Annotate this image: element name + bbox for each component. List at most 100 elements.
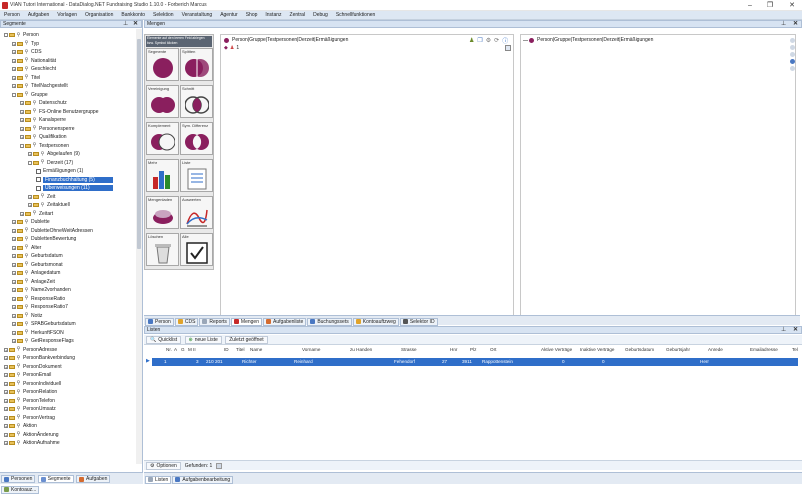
side-button-5[interactable] [790,66,795,71]
column-header[interactable]: zu Handen [350,346,372,354]
tab-mengen[interactable]: Mengen [230,317,262,326]
expand-icon[interactable]: + [12,84,16,89]
tab-listen[interactable]: Listen [145,475,172,484]
tree-node[interactable]: + ⚲ Anlagedatum [12,269,60,277]
expand-icon[interactable]: + [12,254,16,259]
column-header[interactable]: Anrede [708,346,723,354]
close-icon[interactable]: ✕ [133,21,138,28]
tree-node[interactable]: + ⚲ Personensperre [20,125,75,133]
tree-node[interactable]: + ⚲ GetResponseFlags [12,337,74,345]
tree-node[interactable]: + ⚲ PersonVertrag [4,414,55,422]
expand-icon[interactable]: + [12,50,16,55]
expand-icon[interactable]: + [12,237,16,242]
tree-node[interactable]: + ⚲ PersonDokument [4,363,62,371]
save-icon[interactable] [505,45,511,51]
expand-icon[interactable]: + [12,330,16,335]
tree-scrollbar[interactable] [136,29,142,464]
expand-icon[interactable]: + [12,313,16,318]
scrollbar-thumb[interactable] [137,39,141,249]
checkbox[interactable] [36,185,41,191]
menu-veranstaltung[interactable]: Veranstaltung [178,11,217,20]
pin-icon[interactable]: ⊥ [781,21,786,28]
tree-node[interactable]: Finanzbuchhaltung (5) [36,176,113,184]
column-header[interactable]: Ort [490,346,496,354]
tree-node[interactable]: + ⚲ Zeit [28,193,55,201]
expand-icon[interactable]: + [20,211,24,216]
schnitt-tile[interactable]: Schnitt [180,85,213,118]
column-header[interactable]: G [181,346,185,354]
side-button-3[interactable] [790,52,795,57]
komplement-tile[interactable]: Komplement [146,122,179,155]
splitten-tile[interactable]: Splitten [180,48,213,81]
expand-icon[interactable]: + [4,407,8,412]
settings-icon[interactable]: ⚙ [486,37,491,44]
tab-person[interactable]: Person [145,317,174,326]
export-icon[interactable] [216,462,223,469]
tab-kontoauszug[interactable]: Kontoauz... [1,485,40,494]
tree-node[interactable]: + ⚲ Notiz [12,312,42,320]
tab-buchungssets[interactable]: Buchungssets [307,317,352,326]
tree-node[interactable]: + ⚲ Qualifikation [20,133,67,141]
expand-icon[interactable]: + [12,67,16,72]
tree-node[interactable]: + ⚲ ResponseRatio [12,295,65,303]
loeschen-tile[interactable]: Löschen [146,233,179,266]
options-button[interactable]: ⚙ Optionen [146,462,181,470]
menu-vorlagen[interactable]: Vorlagen [53,11,81,20]
menu-person[interactable]: Person [0,11,24,20]
expand-icon[interactable]: + [20,101,24,106]
checkbox[interactable] [36,177,41,182]
column-header[interactable]: M II [188,346,196,354]
column-header[interactable]: Emailadresse [750,346,778,354]
expand-icon[interactable]: + [12,288,16,293]
expand-icon[interactable]: + [28,152,32,157]
expand-icon[interactable]: + [20,126,24,131]
side-button-2[interactable] [790,45,795,50]
tab-aufgaben[interactable]: Aufgaben [75,475,111,483]
tree-node[interactable]: + ⚲ CDS [12,48,42,56]
close-button[interactable]: ✕ [784,0,800,11]
tree-node[interactable]: + ⚲ AktionÄnderung [4,431,59,439]
tree-node[interactable]: + ⚲ FS-Online Benutzergruppe [20,108,98,116]
quicklist-button[interactable]: 🔍 Quicklist [146,336,182,344]
minimize-button[interactable]: – [742,0,758,11]
expand-icon[interactable]: + [12,279,16,284]
tree-node[interactable]: + ⚲ AnlageZeit [12,278,55,286]
tree-node[interactable]: + ⚲ Abgelaufen (9) [28,150,80,158]
copy-icon[interactable]: ❐ [477,37,482,44]
tab-selektor-id[interactable]: Selektor ID [399,317,438,326]
tree-node[interactable]: + ⚲ Typ [12,40,39,48]
tree-node[interactable]: Überweisungen (11) [36,184,113,192]
menu-debug[interactable]: Debug [309,11,332,20]
column-header[interactable]: Plz [470,346,476,354]
pin-icon[interactable]: ⊥ [123,21,128,28]
tree-node[interactable]: + ⚲ DublettenBewertung [12,235,76,243]
maximize-button[interactable]: ❐ [762,0,778,11]
tree-node[interactable]: + ⚲ AktionAufnahme [4,439,60,447]
tab-reports[interactable]: Reports [199,317,230,326]
tree-node[interactable]: + ⚲ Aktion [4,422,37,430]
expand-icon[interactable]: + [20,135,24,140]
expand-icon[interactable]: + [12,245,16,250]
tree-node[interactable]: + ⚲ Nationalität [12,57,56,65]
expand-icon[interactable]: + [28,194,32,199]
close-icon[interactable]: ✕ [793,327,798,334]
tab-cds[interactable]: CDS [174,317,199,326]
side-button-1[interactable] [790,38,795,43]
tree-node[interactable]: + ⚲ DubletteOhneWeitAdressen [12,227,93,235]
tree-node[interactable]: + ⚲ TitelNachgestellt [12,82,68,90]
tree-node[interactable]: + ⚲ Zeitart [20,210,53,218]
expand-icon[interactable]: + [4,398,8,403]
expand-icon[interactable]: + [12,305,16,310]
expand-icon[interactable]: + [12,228,16,233]
expand-icon[interactable]: + [4,347,8,352]
expand-icon[interactable]: + [12,58,16,63]
column-header[interactable]: Titel [236,346,245,354]
tab-personen[interactable]: Personen [1,475,36,483]
tree-node[interactable]: + ⚲ SPABGeburtsdatum [12,320,76,328]
column-header[interactable]: Inaktive Verträge [580,346,614,354]
close-icon[interactable]: ✕ [793,21,798,28]
column-header[interactable]: Aktive Verträge [541,346,572,354]
tab-aufgabenbearbeitung[interactable]: Aufgabenbearbeitung [172,475,234,484]
tree-node[interactable]: + ⚲ PersonTelefon [4,397,55,405]
tree-node[interactable]: + ⚲ PersonIndividuell [4,380,61,388]
